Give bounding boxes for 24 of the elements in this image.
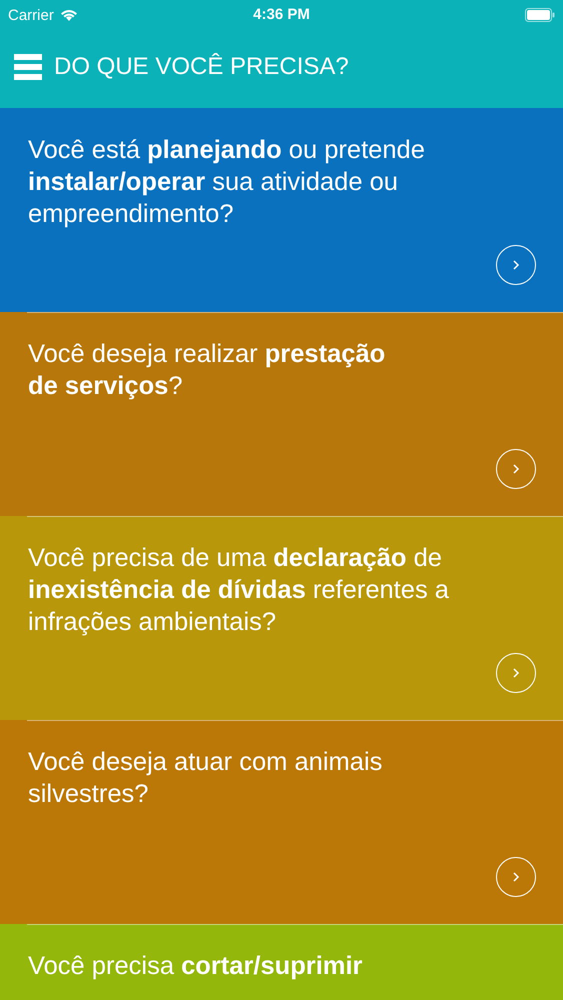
option-card[interactable]: Você deseja atuar com animais silvestres? (0, 720, 563, 924)
option-card[interactable]: Você está planejando ou pretende instalar/operar sua atividade ou empreendimento? (0, 108, 563, 312)
option-card[interactable]: Você precisa de uma declaração de inexistência de dívidas referentes a infrações ambientais? (0, 516, 563, 720)
chevron-icon (512, 871, 520, 883)
question-text: Você precisa cortar/suprimir (28, 951, 364, 982)
question-text: Você precisa de uma declaração de inexistência de dívidas referentes a infrações ambientais? (28, 543, 450, 638)
next-button[interactable] (496, 245, 536, 285)
question-text: Você está planejando ou pretende instalar/operar sua atividade ou empreendimento? (28, 135, 426, 230)
question-text: Você deseja atuar com animais silvestres? (28, 747, 384, 810)
chevron-icon (512, 463, 520, 475)
chevron-icon (512, 667, 520, 679)
carrier-label: Carrier (8, 6, 54, 24)
battery-icon (525, 8, 555, 22)
chevron-icon (512, 259, 520, 271)
option-card[interactable]: Você deseja realizar prestação de serviços? (0, 312, 563, 516)
next-button[interactable] (496, 653, 536, 693)
menu-icon[interactable] (14, 53, 42, 81)
next-button[interactable] (496, 449, 536, 489)
question-text: Você deseja realizar prestação de serviços? (28, 339, 386, 402)
wifi-icon (60, 8, 78, 22)
clock-time: 4:36 PM (253, 6, 310, 23)
option-card[interactable]: Você precisa cortar/suprimir (0, 924, 563, 1000)
screen-title: DO QUE VOCÊ PRECISA? (54, 53, 349, 81)
next-button[interactable] (496, 857, 536, 897)
